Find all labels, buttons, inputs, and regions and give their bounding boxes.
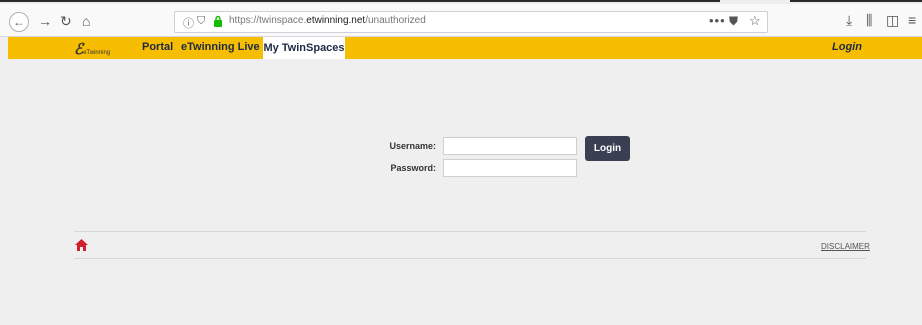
info-icon[interactable]: ⓘ (183, 15, 194, 31)
password-label: Password: (390, 163, 436, 173)
shield-icon[interactable]: ⛉ (197, 15, 205, 28)
logo-text: eTwinning (83, 50, 111, 56)
bookmark-star-icon[interactable]: ☆ (749, 13, 761, 29)
sidebar-icon[interactable]: ◫ (886, 12, 899, 29)
pocket-icon[interactable]: ⛊ (729, 14, 738, 29)
nav-link-my-twinspaces[interactable]: My TwinSpaces (263, 37, 345, 59)
back-icon[interactable]: ← (9, 12, 29, 32)
forward-icon[interactable]: → (38, 13, 52, 29)
top-stripe-right (790, 0, 922, 2)
footer-divider-bottom (74, 258, 866, 259)
disclaimer-link[interactable]: DISCLAIMER (821, 242, 870, 251)
top-stripe-left (0, 0, 720, 2)
menu-icon[interactable]: ≡ (908, 12, 916, 28)
home-icon[interactable]: ⌂ (82, 13, 90, 29)
lock-icon[interactable] (213, 15, 223, 27)
library-icon[interactable]: ⫼ (866, 12, 872, 29)
nav-link-portal[interactable]: Portal (142, 41, 173, 53)
etwinning-logo[interactable]: ℰeTwinning (74, 40, 111, 58)
username-input[interactable] (443, 137, 577, 155)
login-button[interactable]: Login (585, 136, 630, 161)
nav-login-link[interactable]: Login (832, 41, 862, 53)
url-bar[interactable]: ⓘ ⛉ https://twinspace.etwinning.net/unau… (174, 11, 768, 33)
username-label: Username: (389, 141, 436, 151)
reload-icon[interactable]: ↻ (60, 13, 72, 29)
url-text[interactable]: https://twinspace.etwinning.net/unauthor… (229, 15, 426, 26)
browser-toolbar: ← → ↻ ⌂ ⓘ ⛉ https://twinspace.etwinning.… (0, 4, 922, 37)
site-navbar: ℰeTwinning Portal eTwinning Live My Twin… (8, 37, 922, 59)
logo-mark: ℰ (74, 42, 84, 58)
download-icon[interactable]: ⤓ (846, 12, 852, 29)
nav-link-etwinning-live[interactable]: eTwinning Live (181, 41, 260, 53)
url-domain: etwinning.net (306, 15, 366, 26)
page-actions-icon[interactable]: ••• (709, 13, 726, 28)
footer-divider-top (74, 231, 866, 232)
password-input[interactable] (443, 159, 577, 177)
footer-home-icon[interactable] (74, 238, 89, 252)
url-path: /unauthorized (365, 15, 426, 26)
url-prefix: https://twinspace. (229, 15, 307, 26)
